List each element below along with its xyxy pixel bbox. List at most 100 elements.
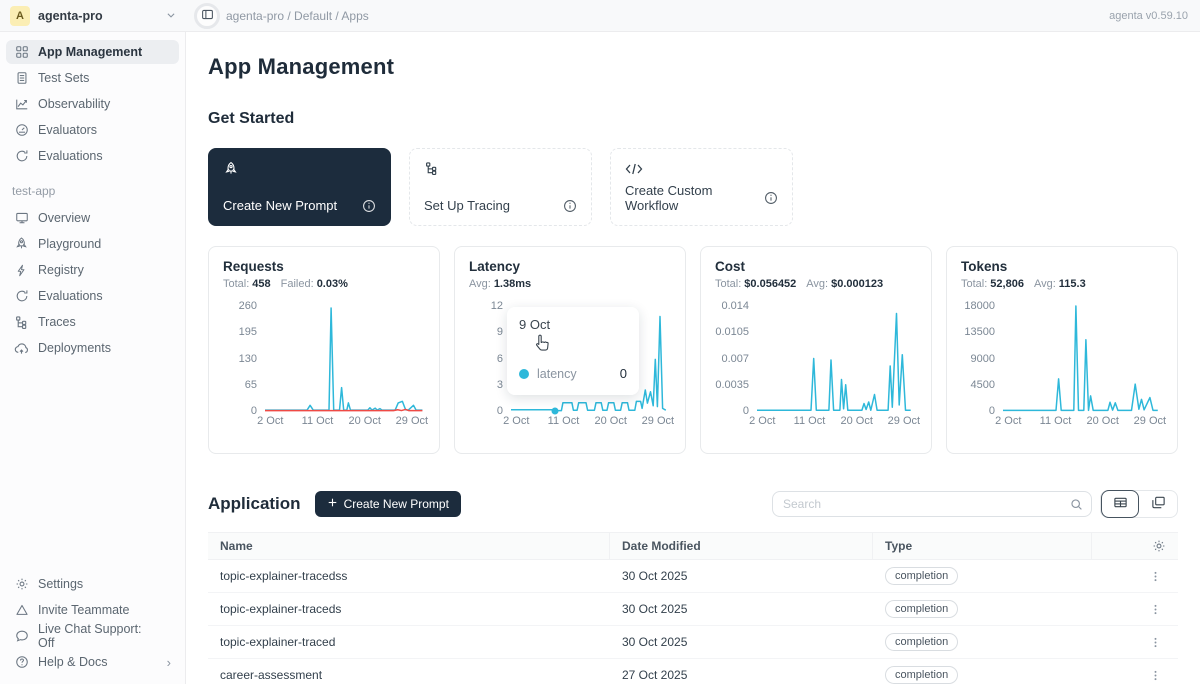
x-tick-label: 2 Oct — [257, 415, 283, 427]
sidebar-item-deployments[interactable]: Deployments › — [6, 336, 179, 360]
column-header-type[interactable]: Type — [873, 533, 1092, 559]
table-view-icon — [1113, 495, 1128, 513]
sidebar-toggle-button[interactable] — [194, 3, 220, 29]
row-menu-button[interactable] — [1144, 664, 1166, 684]
y-tick-label: 18000 — [964, 300, 995, 312]
cloud-icon — [14, 341, 29, 356]
y-axis-labels: 036912 — [469, 306, 511, 411]
chart-stat: Total:52,806 — [961, 278, 1024, 290]
sidebar-item-label: Overview — [38, 211, 90, 225]
type-badge: completion — [885, 666, 958, 684]
applications-table: Name Date Modified Type topic-explainer-… — [208, 532, 1178, 684]
gear-icon — [14, 577, 29, 592]
sidebar-item-label: Registry — [38, 263, 84, 277]
sidebar-item-evaluators[interactable]: Evaluators › — [6, 118, 179, 142]
view-toggle — [1100, 490, 1178, 518]
date-modified-cell: 30 Oct 2025 — [610, 635, 873, 649]
y-tick-label: 13500 — [964, 326, 995, 338]
sidebar-item-app-management[interactable]: App Management › — [6, 40, 179, 64]
sidebar-item-observability[interactable]: Observability › — [6, 92, 179, 116]
y-axis-labels: 065130195260 — [223, 306, 265, 411]
sidebar-item-label: App Management — [38, 45, 142, 59]
chat-icon — [14, 629, 29, 644]
y-tick-label: 130 — [239, 353, 257, 365]
card-set-up-tracing[interactable]: Set Up Tracing — [409, 148, 592, 226]
create-new-prompt-button[interactable]: Create New Prompt — [315, 491, 461, 517]
x-tick-label: 11 Oct — [548, 415, 580, 427]
table-view-button[interactable] — [1101, 490, 1139, 518]
y-tick-label: 65 — [245, 379, 257, 391]
card-view-button[interactable] — [1139, 490, 1177, 518]
x-tick-label: 20 Oct — [840, 415, 872, 427]
hand-cursor-icon — [533, 333, 551, 353]
chart-stats: Total:458Failed:0.03% — [223, 278, 425, 290]
sidebar-item-evaluations[interactable]: Evaluations › — [6, 144, 179, 168]
sidebar-item-playground[interactable]: Playground › — [6, 232, 179, 256]
card-label: Create Custom Workflow — [625, 183, 764, 213]
x-tick-label: 11 Oct — [302, 415, 334, 427]
sidebar-item-settings[interactable]: Settings › — [6, 572, 179, 596]
chevron-right-icon: › — [167, 655, 171, 670]
row-menu-button[interactable] — [1144, 598, 1166, 620]
x-tick-label: 29 Oct — [396, 415, 428, 427]
type-badge: completion — [885, 600, 958, 618]
breadcrumb[interactable]: agenta-pro / Default / Apps — [226, 9, 369, 23]
column-header-date[interactable]: Date Modified — [610, 533, 873, 559]
y-tick-label: 0.007 — [721, 353, 749, 365]
sidebar-item-test-sets[interactable]: Test Sets › — [6, 66, 179, 90]
table-body: topic-explainer-tracedss 30 Oct 2025 com… — [208, 560, 1178, 684]
sidebar-item-evaluations[interactable]: Evaluations › — [6, 284, 179, 308]
chart-stats: Total:$0.056452Avg:$0.000123 — [715, 278, 917, 290]
info-icon[interactable] — [362, 199, 376, 213]
y-tick-label: 12 — [491, 300, 503, 312]
table-row[interactable]: topic-explainer-traced 30 Oct 2025 compl… — [208, 626, 1178, 659]
workspace-selector[interactable]: A agenta-pro — [0, 6, 186, 26]
date-modified-cell: 27 Oct 2025 — [610, 668, 873, 682]
sidebar-item-traces[interactable]: Traces › — [6, 310, 179, 334]
date-modified-cell: 30 Oct 2025 — [610, 569, 873, 583]
sidebar-main-nav: App Management › Test Sets › Observabili… — [6, 40, 179, 170]
search-input[interactable] — [783, 497, 1070, 511]
workspace-avatar: A — [10, 6, 30, 26]
table-row[interactable]: topic-explainer-tracedss 30 Oct 2025 com… — [208, 560, 1178, 593]
card-view-icon — [1151, 495, 1166, 513]
legend-dot — [519, 369, 529, 379]
sidebar-item-label: Playground — [38, 237, 101, 251]
sidebar-item-live-chat-support[interactable]: Live Chat Support: Off › — [6, 624, 179, 648]
chart-title: Requests — [223, 259, 425, 274]
x-axis-labels: 2 Oct11 Oct20 Oct29 Oct — [265, 415, 425, 433]
search-icon[interactable] — [1070, 498, 1083, 511]
column-header-name[interactable]: Name — [208, 533, 610, 559]
y-tick-label: 260 — [239, 300, 257, 312]
row-menu-button[interactable] — [1144, 631, 1166, 653]
sidebar-item-label: Settings — [38, 577, 83, 591]
page-title: App Management — [208, 54, 1178, 80]
sidebar-app-nav: Overview › Playground › Registry › — [6, 206, 179, 362]
x-tick-label: 11 Oct — [1040, 415, 1072, 427]
sidebar-item-label: Observability — [38, 97, 110, 111]
sidebar-item-invite-teammate[interactable]: Invite Teammate › — [6, 598, 179, 622]
series-line-cost — [757, 313, 911, 410]
info-icon[interactable] — [764, 191, 778, 205]
chart-plot[interactable] — [1003, 306, 1163, 411]
sidebar-item-label: Deployments — [38, 341, 111, 355]
row-menu-button[interactable] — [1144, 565, 1166, 587]
grid-icon — [14, 45, 29, 60]
sidebar-item-help-docs[interactable]: Help & Docs › — [6, 650, 179, 674]
sidebar-item-overview[interactable]: Overview › — [6, 206, 179, 230]
y-tick-label: 0.014 — [721, 300, 749, 312]
chart-plot[interactable] — [265, 306, 425, 411]
card-create-custom-workflow[interactable]: Create Custom Workflow — [610, 148, 793, 226]
app-name-cell: career-assessment — [208, 668, 610, 682]
chart-stats: Total:52,806Avg:115.3 — [961, 278, 1163, 290]
info-icon[interactable] — [563, 199, 577, 213]
card-create-new-prompt[interactable]: Create New Prompt — [208, 148, 391, 226]
get-started-title: Get Started — [208, 110, 1178, 128]
table-row[interactable]: career-assessment 27 Oct 2025 completion — [208, 659, 1178, 684]
table-row[interactable]: topic-explainer-traceds 30 Oct 2025 comp… — [208, 593, 1178, 626]
app-name-cell: topic-explainer-traced — [208, 635, 610, 649]
chart-plot[interactable] — [757, 306, 917, 411]
sidebar-item-registry[interactable]: Registry › — [6, 258, 179, 282]
table-settings-gear-icon[interactable] — [1152, 539, 1166, 553]
x-axis-labels: 2 Oct11 Oct20 Oct29 Oct — [1003, 415, 1163, 433]
